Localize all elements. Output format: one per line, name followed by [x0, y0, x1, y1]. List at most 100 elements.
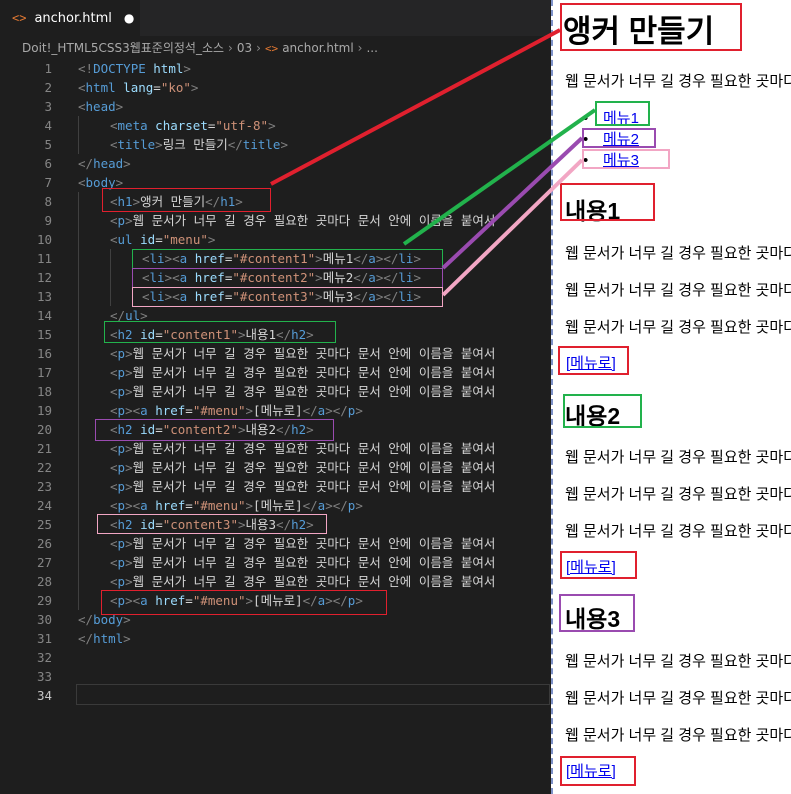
code-line[interactable]: 34 [0, 686, 550, 705]
code-text: <p>웹 문서가 너무 길 경우 필요한 곳마다 문서 안에 이름을 붙여서 [110, 344, 495, 363]
code-line[interactable]: 4 <meta charset="utf-8"> [0, 116, 550, 135]
code-line[interactable]: 21 <p>웹 문서가 너무 길 경우 필요한 곳마다 문서 안에 이름을 붙여서 [0, 439, 550, 458]
code-text: <p>웹 문서가 너무 길 경우 필요한 곳마다 문서 안에 이름을 붙여서 [110, 211, 495, 230]
code-token: p [117, 460, 126, 475]
code-token: p [117, 441, 126, 456]
code-line[interactable]: 26 <p>웹 문서가 너무 길 경우 필요한 곳마다 문서 안에 이름을 붙여서 [0, 534, 550, 553]
annotation-box-preview-content1 [560, 183, 655, 221]
indent-guide [78, 477, 79, 496]
code-token: 웹 문서가 너무 길 경우 필요한 곳마다 문서 안에 이름을 붙여서 [132, 536, 496, 551]
unsaved-dot-icon[interactable]: ● [124, 11, 134, 25]
code-line[interactable]: 28 <p>웹 문서가 너무 길 경우 필요한 곳마다 문서 안에 이름을 붙여서 [0, 572, 550, 591]
code-token: </ [78, 631, 94, 646]
code-token: p [117, 365, 126, 380]
code-token: = [185, 498, 193, 513]
breadcrumb-subfolder[interactable]: 03 [237, 41, 252, 55]
indent-guide [110, 268, 111, 287]
code-token: < [110, 118, 118, 133]
code-line[interactable]: 17 <p>웹 문서가 너무 길 경우 필요한 곳마다 문서 안에 이름을 붙여서 [0, 363, 550, 382]
code-token: p [117, 536, 126, 551]
annotation-box-preview-content3 [559, 594, 635, 632]
chevron-right-icon: › [256, 41, 261, 55]
code-line[interactable]: 33 [0, 667, 550, 686]
annotation-box-code-content3 [97, 514, 327, 534]
code-token: > [123, 156, 131, 171]
code-token: </ [78, 612, 94, 627]
code-line[interactable]: 7 <body> [0, 173, 550, 192]
code-line[interactable]: 3 <head> [0, 97, 550, 116]
code-line[interactable]: 32 [0, 648, 550, 667]
code-text: <meta charset="utf-8"> [110, 116, 276, 135]
code-token: ></ [325, 498, 348, 513]
code-line[interactable]: 16 <p>웹 문서가 너무 길 경우 필요한 곳마다 문서 안에 이름을 붙여서 [0, 344, 550, 363]
code-line[interactable]: 31 </html> [0, 629, 550, 648]
code-token: > [125, 460, 133, 475]
code-line[interactable]: 1 <!DOCTYPE html> [0, 59, 550, 78]
section-3-paragraph: 웹 문서가 너무 길 경우 필요한 곳마다 문서 안에 이름을 붙여서 [565, 727, 791, 744]
code-token: > [125, 536, 133, 551]
indent-guide [78, 287, 79, 306]
line-number: 28 [36, 574, 52, 589]
code-line[interactable]: 8 <h1>앵커 만들기</h1> [0, 192, 550, 211]
code-text: <ul id="menu"> [110, 230, 215, 249]
line-number: 17 [36, 365, 52, 380]
breadcrumb-more[interactable]: ... [366, 41, 377, 55]
section-1-paragraph: 웹 문서가 너무 길 경우 필요한 곳마다 문서 안에 이름을 붙여서 [565, 319, 791, 336]
section-2-paragraph: 웹 문서가 너무 길 경우 필요한 곳마다 문서 안에 이름을 붙여서 [565, 449, 791, 466]
line-number: 20 [36, 422, 52, 437]
code-token: a [140, 498, 148, 513]
code-text: <html lang="ko"> [78, 78, 198, 97]
code-token: title [117, 137, 156, 152]
code-token: a [140, 403, 148, 418]
code-line[interactable]: 23 <p>웹 문서가 너무 길 경우 필요한 곳마다 문서 안에 이름을 붙여서 [0, 477, 550, 496]
annotation-box-preview-h1 [560, 3, 742, 51]
code-token: > [125, 479, 133, 494]
line-number: 2 [44, 80, 52, 95]
line-number: 12 [36, 270, 52, 285]
code-line[interactable]: 6 </head> [0, 154, 550, 173]
code-token: 웹 문서가 너무 길 경우 필요한 곳마다 문서 안에 이름을 붙여서 [132, 441, 496, 456]
code-line[interactable]: 24 <p><a href="#menu">[메뉴로]</a></p> [0, 496, 550, 515]
code-line[interactable]: 2 <html lang="ko"> [0, 78, 550, 97]
code-token: "menu" [162, 232, 208, 247]
code-line[interactable]: 22 <p>웹 문서가 너무 길 경우 필요한 곳마다 문서 안에 이름을 붙여서 [0, 458, 550, 477]
code-token: html [153, 61, 184, 76]
line-number: 8 [44, 194, 52, 209]
code-line[interactable]: 19 <p><a href="#menu">[메뉴로]</a></p> [0, 401, 550, 420]
code-token: p [117, 346, 126, 361]
code-token: html [93, 631, 124, 646]
indent-guide [78, 553, 79, 572]
line-number: 24 [36, 498, 52, 513]
code-line[interactable]: 5 <title>링크 만들기</title> [0, 135, 550, 154]
code-line[interactable]: 18 <p>웹 문서가 너무 길 경우 필요한 곳마다 문서 안에 이름을 붙여서 [0, 382, 550, 401]
code-text: <!DOCTYPE html> [78, 59, 191, 78]
line-number: 23 [36, 479, 52, 494]
annotation-box-code-menu2 [132, 268, 443, 288]
code-token: < [110, 346, 118, 361]
code-token: href [155, 498, 186, 513]
code-token: < [110, 479, 118, 494]
code-text: <p><a href="#menu">[메뉴로]</a></p> [110, 401, 363, 420]
indent-guide [78, 420, 79, 439]
code-token: p [117, 498, 126, 513]
code-token: > [125, 365, 133, 380]
code-token: ></ [325, 403, 348, 418]
breadcrumb-file[interactable]: anchor.html [282, 41, 353, 55]
line-number: 11 [36, 251, 52, 266]
code-text: <p>웹 문서가 너무 길 경우 필요한 곳마다 문서 안에 이름을 붙여서 [110, 363, 495, 382]
breadcrumb-folder[interactable]: Doit!_HTML5CSS3웹표준의정석_소스 [22, 41, 224, 55]
code-line[interactable]: 10 <ul id="menu"> [0, 230, 550, 249]
annotation-box-code-content2 [95, 419, 334, 441]
code-token: 웹 문서가 너무 길 경우 필요한 곳마다 문서 안에 이름을 붙여서 [132, 460, 496, 475]
code-token: < [110, 498, 118, 513]
code-editor[interactable]: <> anchor.html ● Doit!_HTML5CSS3웹표준의정석_소… [0, 0, 550, 794]
code-text: <p>웹 문서가 너무 길 경우 필요한 곳마다 문서 안에 이름을 붙여서 [110, 477, 495, 496]
code-line[interactable]: 27 <p>웹 문서가 너무 길 경우 필요한 곳마다 문서 안에 이름을 붙여서 [0, 553, 550, 572]
code-token: < [110, 365, 118, 380]
tab-anchor-html[interactable]: <> anchor.html ● [0, 0, 140, 36]
code-token: > [125, 555, 133, 570]
code-token: 웹 문서가 너무 길 경우 필요한 곳마다 문서 안에 이름을 붙여서 [132, 384, 496, 399]
code-token: < [78, 175, 86, 190]
code-line[interactable]: 9 <p>웹 문서가 너무 길 경우 필요한 곳마다 문서 안에 이름을 붙여서 [0, 211, 550, 230]
section-1-paragraph: 웹 문서가 너무 길 경우 필요한 곳마다 문서 안에 이름을 붙여서 [565, 245, 791, 262]
